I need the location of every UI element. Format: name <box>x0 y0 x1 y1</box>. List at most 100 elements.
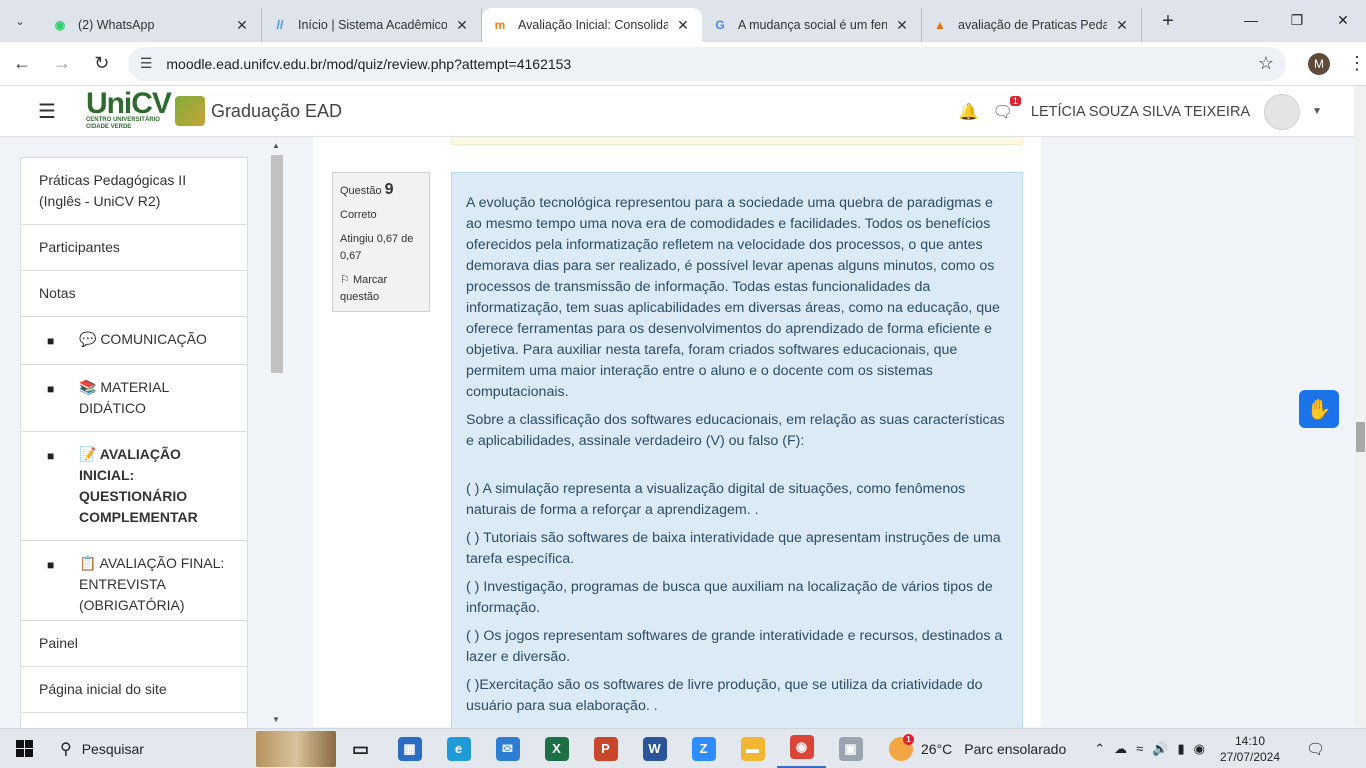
sidebar-item[interactable]: Página inicial do site <box>21 667 247 713</box>
flag-question-link[interactable]: ⚐ Marcar questão <box>340 272 422 306</box>
bell-icon[interactable]: 🔔 <box>959 102 979 122</box>
chat-badge: 1 <box>1009 95 1021 106</box>
wifi-icon[interactable]: ≈ <box>1136 741 1143 756</box>
sidebar-item[interactable]: ■ 📝 AVALIAÇÃO INICIAL: QUESTIONÁRIO COMPL… <box>21 432 247 541</box>
browser-tab[interactable]: ◉ (2) WhatsApp ✕ <box>42 8 262 42</box>
sidebar-item[interactable]: Painel <box>21 621 247 667</box>
sidebar-item-label: Práticas Pedagógicas II (Inglês - UniCV … <box>39 172 187 209</box>
sign-language-accessibility-button[interactable]: ✋ <box>1299 390 1339 428</box>
sidebar-item[interactable]: Notas <box>21 271 247 317</box>
caret-down-icon[interactable]: ▼ <box>1312 106 1322 117</box>
folder-icon: ■ <box>47 449 55 463</box>
close-window-button[interactable]: ✕ <box>1320 0 1366 40</box>
close-tab-icon[interactable]: ✕ <box>674 17 692 34</box>
sidebar-item-label: 📚 MATERIAL DIDÁTICO <box>79 379 169 416</box>
taskbar-app[interactable]: ✉ <box>483 729 532 768</box>
true-false-statement: ( )Exercitação são os softwares de livre… <box>466 677 983 714</box>
taskbar-app[interactable]: ▬ <box>728 729 777 768</box>
minimize-button[interactable]: — <box>1228 0 1274 40</box>
forward-button[interactable]: → <box>44 46 80 82</box>
taskbar-app[interactable]: Z <box>679 729 728 768</box>
back-button[interactable]: ← <box>4 46 40 82</box>
reload-button[interactable]: ↻ <box>84 46 120 82</box>
start-button[interactable] <box>0 729 48 768</box>
close-tab-icon[interactable]: ✕ <box>453 17 471 34</box>
chevron-up-icon[interactable]: ⌃ <box>1094 741 1105 757</box>
drawer-scrollbar[interactable]: ▲ ▼ <box>270 137 284 727</box>
user-name[interactable]: LETÍCIA SOUZA SILVA TEIXEIRA <box>1031 104 1250 120</box>
battery-icon[interactable]: ▮ <box>1177 741 1184 757</box>
sidebar-item[interactable]: ■ 💬 COMUNICAÇÃO <box>21 317 247 365</box>
page-scroll-thumb[interactable] <box>1356 422 1365 452</box>
drawer-scroll-thumb[interactable] <box>271 155 283 373</box>
folder-icon: ■ <box>47 334 55 348</box>
browser-tab[interactable]: ▲ avaliação de Praticas Pedagó ✕ <box>922 8 1142 42</box>
bookmark-star-icon[interactable]: ☆ <box>1258 53 1274 74</box>
site-logo[interactable]: UniCV CENTRO UNIVERSITÁRIO CIDADE VERDE <box>86 89 205 131</box>
true-false-statement: ( ) Os jogos representam softwares de gr… <box>466 628 1003 665</box>
taskbar-app[interactable]: ▦ <box>385 729 434 768</box>
moodle-icon: m <box>494 18 506 32</box>
sidebar-item-label: Página inicial do site <box>39 681 167 697</box>
url-text[interactable]: moodle.ead.unifcv.edu.br/mod/quiz/review… <box>166 56 1258 72</box>
lines-icon: // <box>276 18 284 32</box>
whatsapp-icon: ◉ <box>54 18 66 32</box>
profile-avatar[interactable]: M <box>1308 52 1330 75</box>
sidebar-item-label: 📝 AVALIAÇÃO INICIAL: QUESTIONÁRIO COMPLE… <box>79 446 198 525</box>
browser-tab[interactable]: G A mudança social é um fenô ✕ <box>702 8 922 42</box>
close-tab-icon[interactable]: ✕ <box>233 17 251 34</box>
taskbar-app[interactable]: e <box>434 729 483 768</box>
close-tab-icon[interactable]: ✕ <box>893 17 911 34</box>
page-scrollbar[interactable] <box>1354 86 1366 727</box>
close-tab-icon[interactable]: ✕ <box>1113 17 1131 34</box>
camera-icon[interactable]: ◉ <box>1194 741 1205 757</box>
restore-button[interactable]: ❐ <box>1274 0 1320 40</box>
task-view-icon: ▭ <box>351 738 369 759</box>
tab-search-button[interactable]: ⌄ <box>6 7 34 35</box>
system-tray: ⌃ ☁ ≈ 🔊 ▮ ◉ <box>1094 741 1214 757</box>
hamburger-menu-icon[interactable]: ☰ <box>38 99 56 124</box>
site-settings-icon[interactable]: ☰ <box>140 55 153 72</box>
taskbar-app[interactable]: ▭ <box>336 729 385 768</box>
sidebar-item-label: Notas <box>39 285 76 301</box>
taskbar-app[interactable]: ◉ <box>777 729 826 768</box>
sidebar-item[interactable]: Práticas Pedagógicas II (Inglês - UniCV … <box>21 158 247 225</box>
taskbar-app[interactable]: P <box>581 729 630 768</box>
hands-icon: ✋ <box>1306 398 1332 421</box>
nav-drawer: Práticas Pedagógicas II (Inglês - UniCV … <box>0 137 285 759</box>
tab-title: avaliação de Praticas Pedagó <box>958 18 1107 32</box>
weather-widget[interactable]: 1 26°C Parc ensolarado <box>889 733 1066 761</box>
cloud-icon[interactable]: ☁ <box>1114 741 1127 757</box>
browser-menu-icon[interactable]: ⋮ <box>1348 53 1366 74</box>
browser-tab[interactable]: // Início | Sistema Acadêmico S ✕ <box>262 8 482 42</box>
scroll-down-icon[interactable]: ▼ <box>272 715 280 724</box>
browser-tab[interactable]: m Avaliação Inicial: Consolidaç ✕ <box>482 8 702 42</box>
scroll-up-icon[interactable]: ▲ <box>272 141 280 150</box>
sidebar-item-label: 📋 AVALIAÇÃO FINAL: ENTREVISTA (OBRIGATÓR… <box>79 555 225 613</box>
course-nav-block: Práticas Pedagógicas II (Inglês - UniCV … <box>20 157 248 629</box>
notification-center-icon[interactable]: 🗨 <box>1306 740 1325 758</box>
question-grade: Atingiu 0,67 de 0,67 <box>340 233 414 262</box>
taskbar-app[interactable]: W <box>630 729 679 768</box>
sidebar-item[interactable]: Participantes <box>21 225 247 271</box>
taskbar-app[interactable]: ▣ <box>826 729 875 768</box>
sidebar-item[interactable]: ■ 📚 MATERIAL DIDÁTICO <box>21 365 247 432</box>
folder-icon: ■ <box>47 382 55 396</box>
site-title: Graduação EAD <box>210 100 343 121</box>
sidebar-item[interactable]: ■ 📋 AVALIAÇÃO FINAL: ENTREVISTA (OBRIGATÓ… <box>21 541 247 628</box>
zoom-icon: Z <box>691 736 716 761</box>
photos-icon: ▣ <box>838 736 863 761</box>
question-number: 9 <box>384 181 394 198</box>
taskbar-clock[interactable]: 14:10 27/07/2024 <box>1220 733 1280 765</box>
new-tab-button[interactable]: + <box>1156 10 1180 33</box>
user-avatar[interactable] <box>1264 93 1301 130</box>
window-controls: — ❐ ✕ <box>1228 0 1366 40</box>
tab-title: Avaliação Inicial: Consolidaç <box>518 18 668 32</box>
site-header: ☰ UniCV CENTRO UNIVERSITÁRIO CIDADE VERD… <box>0 86 1354 137</box>
taskbar-search[interactable]: ⚲ Pesquisar <box>48 729 336 768</box>
taskbar-app[interactable]: X <box>532 729 581 768</box>
address-bar[interactable]: ☰ moodle.ead.unifcv.edu.br/mod/quiz/revi… <box>127 46 1287 81</box>
chat-icon[interactable]: 🗨 1 <box>993 95 1021 122</box>
sidebar-item-label: Painel <box>39 635 78 651</box>
volume-icon[interactable]: 🔊 <box>1152 741 1168 757</box>
